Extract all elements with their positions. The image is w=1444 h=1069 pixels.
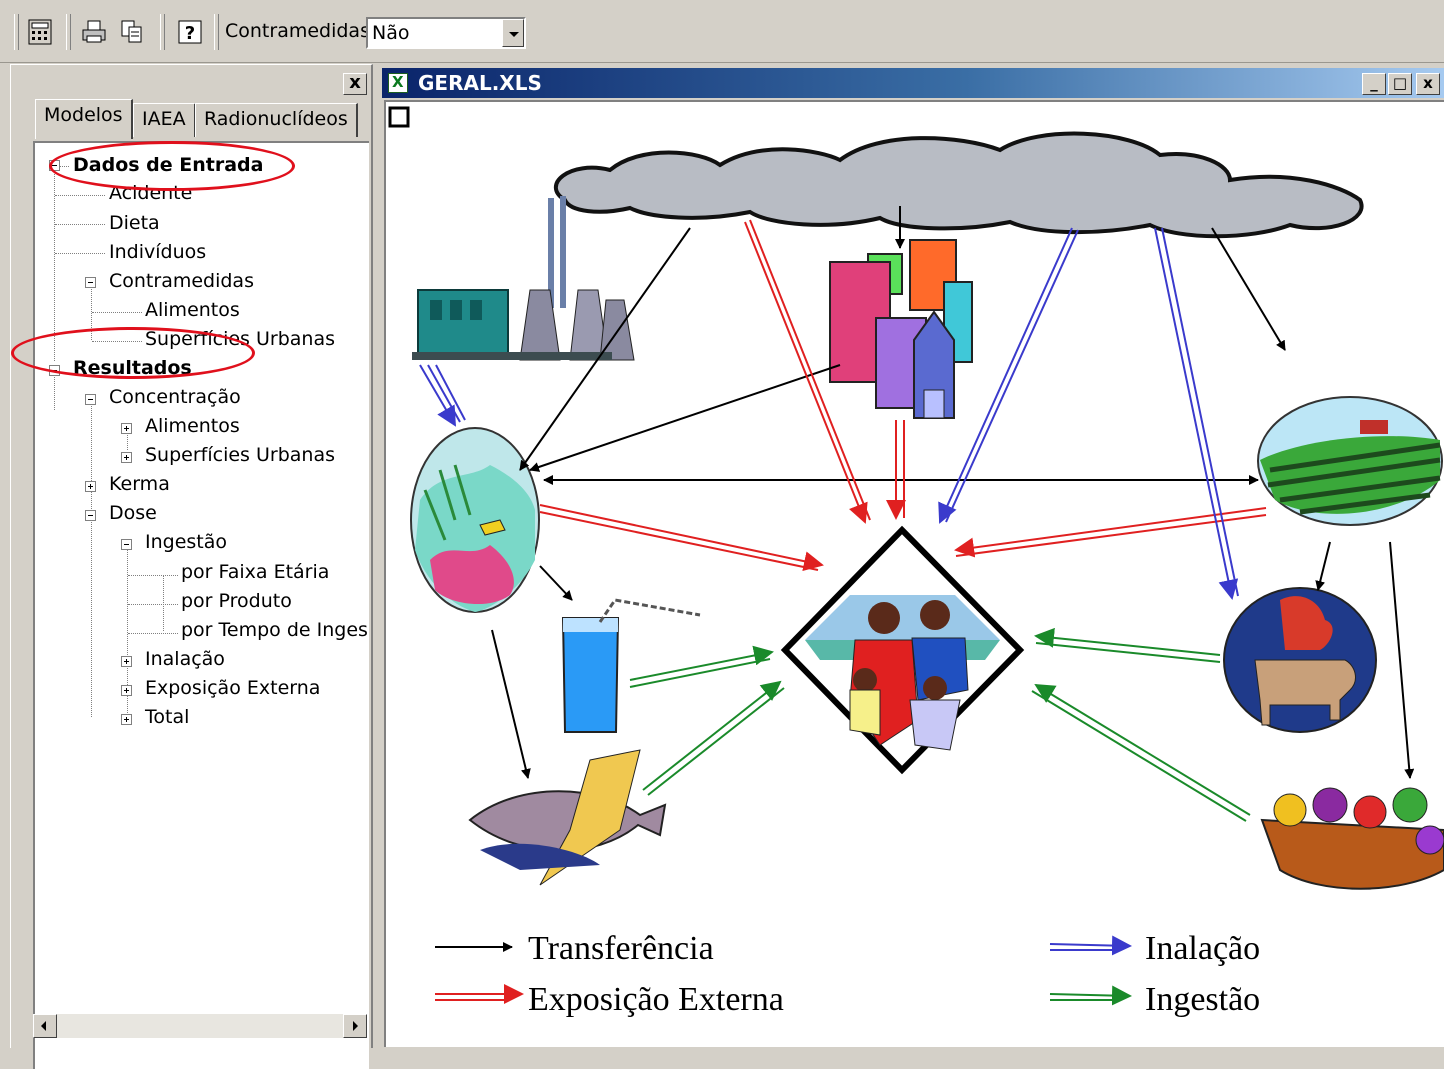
window-title: GERAL.XLS [418,71,542,95]
tree-item-dose[interactable]: Dose [109,501,157,525]
model-tree[interactable]: Dados de Entrada Acidente Dieta Indivídu… [33,141,369,1069]
fruit-basket [1260,787,1444,890]
svg-text:?: ? [185,23,195,44]
tree-collapse-toggle[interactable] [85,394,96,405]
tree-line [128,633,178,634]
panel-close-button[interactable]: x [343,73,367,95]
cloud [553,131,1364,239]
highlight-oval [49,141,295,191]
tree-item-dieta[interactable]: Dieta [109,211,160,235]
water-glass [561,598,701,733]
exposure-pathway-diagram: Transferência Exposição Externa Inalação… [388,106,1444,1018]
legend-ingestion-arrow [1049,985,1132,1006]
legend: Transferência Exposição Externa Inalação… [435,930,1260,1018]
tree-item-inalacao[interactable]: Inalação [145,647,225,671]
tab-iaea[interactable]: IAEA [133,103,196,137]
tree-line [128,575,178,576]
legend-transfer-label: Transferência [528,930,714,967]
tree-item-total[interactable]: Total [145,705,189,729]
cell-selector [388,106,410,128]
tab-modelos[interactable]: Modelos [35,99,133,139]
calculator-button[interactable] [22,14,58,50]
tree-expand-toggle[interactable] [121,714,132,725]
sea-ecosystem [410,427,540,613]
people-group [780,525,1025,775]
countermeasures-select[interactable]: Não [366,17,526,49]
legend-inhalation-label: Inalação [1145,930,1260,967]
legend-inhalation-arrow [1049,935,1132,956]
tree-item-superficies-urbanas[interactable]: Superfícies Urbanas [145,443,335,467]
tree-item-kerma[interactable]: Kerma [109,472,170,496]
tree-item-exposicao-externa[interactable]: Exposição Externa [145,676,320,700]
toolbar-grip[interactable] [14,14,19,50]
tree-expand-toggle[interactable] [121,656,132,667]
help-icon: ? [178,20,202,44]
tree-expand-toggle[interactable] [85,481,96,492]
tree-item-alimentos[interactable]: Alimentos [145,298,240,322]
tree-line [163,575,164,631]
toolbar: ? Contramedidas Não [0,0,1444,63]
tree-expand-toggle[interactable] [121,452,132,463]
tree-line [55,253,105,254]
tree-item-tempo-ingestao[interactable]: por Tempo de Inges [181,618,368,642]
tree-collapse-toggle[interactable] [121,539,132,550]
tree-item-alimentos[interactable]: Alimentos [145,414,240,438]
tree-expand-toggle[interactable] [121,685,132,696]
tree-line [55,195,105,196]
tree-item-contramedidas[interactable]: Contramedidas [109,269,254,293]
horizontal-scrollbar[interactable] [33,1014,367,1038]
toolbar-separator [214,14,219,50]
calculator-icon [28,19,52,45]
countermeasures-label: Contramedidas [225,20,370,42]
tab-radionuclideos[interactable]: Radionuclídeos [195,103,358,137]
spreadsheet-window: GERAL.XLS _ □ x [378,64,1444,1049]
tree-collapse-toggle[interactable] [85,277,96,288]
tree-item-faixa-etaria[interactable]: por Faixa Etária [181,560,329,584]
tree-collapse-toggle[interactable] [85,510,96,521]
tree-item-produto[interactable]: por Produto [181,589,292,613]
toolbar-separator [66,14,71,50]
chevron-down-icon[interactable] [502,19,524,47]
tree-item-concentracao[interactable]: Concentração [109,385,241,409]
copy-icon [121,20,142,43]
maximize-button[interactable]: □ [1388,73,1412,95]
power-plant [412,196,635,361]
highlight-oval [11,327,255,379]
scroll-left-button[interactable] [33,1014,57,1038]
legend-external-arrow [435,984,524,1004]
countermeasures-value: Não [372,22,410,44]
excel-icon [388,73,408,93]
tree-item-individuos[interactable]: Indivíduos [109,240,206,264]
legend-ingestion-label: Ingestão [1145,981,1260,1018]
legend-external-label: Exposição Externa [528,981,784,1018]
tree-expand-toggle[interactable] [121,423,132,434]
models-panel: x Modelos IAEA Radionuclídeos Dados de E… [10,64,373,1069]
farm-field [1257,396,1443,526]
window-titlebar[interactable]: GERAL.XLS _ □ x [382,68,1444,98]
fish [468,749,667,886]
livestock [1223,587,1377,733]
tree-item-ingestao[interactable]: Ingestão [145,530,227,554]
copy-button[interactable] [114,14,150,50]
minimize-button[interactable]: _ [1362,73,1386,95]
print-icon [82,20,106,43]
tree-line [55,224,105,225]
scroll-right-button[interactable] [343,1014,367,1038]
tree-line [92,312,142,313]
tree-line [91,399,92,717]
print-button[interactable] [76,14,112,50]
close-button[interactable]: x [1416,73,1440,95]
tree-line [128,604,178,605]
toolbar-separator [160,14,165,50]
help-button[interactable]: ? [172,14,208,50]
sheet-canvas[interactable]: Transferência Exposição Externa Inalação… [384,100,1444,1047]
city-buildings [829,239,973,419]
